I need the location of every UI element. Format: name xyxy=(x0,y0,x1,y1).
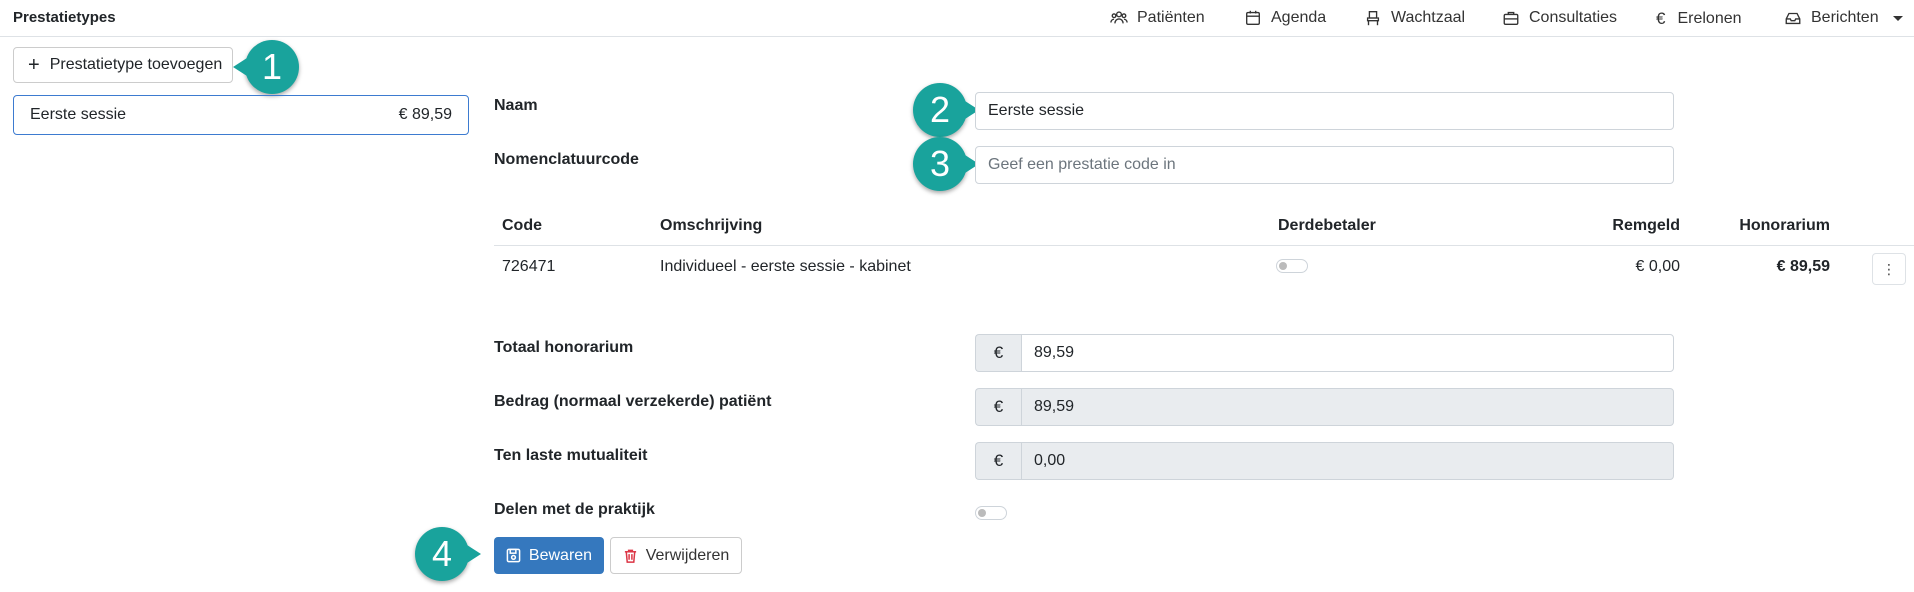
nomenclatuurcode-label: Nomenclatuurcode xyxy=(494,151,639,168)
bedrag-patient-field: € 89,59 xyxy=(975,388,1674,426)
euro-icon: € xyxy=(975,388,1021,426)
plus-icon: + xyxy=(28,54,40,76)
delete-button-label: Verwijderen xyxy=(645,546,730,564)
nomenclatuurcode-input[interactable]: Geef een prestatie code in xyxy=(975,146,1674,184)
calendar-icon xyxy=(1246,10,1260,25)
derdebetaler-toggle[interactable] xyxy=(1276,259,1308,273)
nav-label: Erelonen xyxy=(1677,10,1742,27)
chevron-down-icon xyxy=(1892,15,1903,21)
naam-label: Naam xyxy=(494,97,538,114)
save-icon xyxy=(506,548,521,563)
prestatietype-list-item[interactable]: Eerste sessie € 89,59 xyxy=(13,95,469,135)
euro-icon: € xyxy=(975,442,1021,480)
euro-icon: € xyxy=(975,334,1021,372)
totaal-honorarium-label: Totaal honorarium xyxy=(494,339,634,356)
column-header-code: Code xyxy=(502,217,542,234)
list-item-name: Eerste sessie xyxy=(30,106,127,123)
nav-label: Patiënten xyxy=(1137,9,1205,26)
list-item-price: € 89,59 xyxy=(398,106,452,123)
totaal-honorarium-input[interactable]: 89,59 xyxy=(1021,334,1674,372)
column-header-omschrijving: Omschrijving xyxy=(660,217,763,234)
nav-patienten[interactable]: Patiënten xyxy=(1110,9,1205,27)
nav-label: Wachtzaal xyxy=(1391,9,1466,26)
inbox-icon xyxy=(1785,12,1801,25)
ten-laste-mutualiteit-label: Ten laste mutualiteit xyxy=(494,447,648,464)
nav-agenda[interactable]: Agenda xyxy=(1244,9,1326,27)
chair-icon xyxy=(1366,11,1380,26)
delete-button[interactable]: Verwijderen xyxy=(610,537,742,574)
nav-erelonen[interactable]: € Erelonen xyxy=(1656,9,1742,29)
row-honorarium: € 89,59 xyxy=(1776,258,1830,275)
column-header-honorarium: Honorarium xyxy=(1739,217,1830,234)
row-actions-menu-button[interactable]: ⋮ xyxy=(1872,253,1906,285)
annotation-badge-2: 2 xyxy=(913,83,967,137)
page-title: Prestatietypes xyxy=(13,9,116,26)
table-divider xyxy=(494,245,1914,246)
ten-laste-mutualiteit-field: € 0,00 xyxy=(975,442,1674,480)
ten-laste-mutualiteit-value: 0,00 xyxy=(1021,442,1674,480)
trash-icon xyxy=(624,549,636,563)
naam-input[interactable]: Eerste sessie xyxy=(975,92,1674,130)
bedrag-patient-label: Bedrag (normaal verzekerde) patiënt xyxy=(494,393,772,410)
nav-berichten[interactable]: Berichten xyxy=(1784,9,1903,27)
euro-icon: € xyxy=(1656,9,1666,28)
nav-label: Agenda xyxy=(1271,9,1327,26)
users-icon xyxy=(1110,11,1128,24)
bedrag-patient-value: 89,59 xyxy=(1021,388,1674,426)
top-navbar: Prestatietypes Patiënten Agenda Wachtzaa… xyxy=(0,0,1914,37)
column-header-remgeld: Remgeld xyxy=(1612,217,1680,234)
add-button-label: Prestatietype toevoegen xyxy=(49,56,223,73)
nav-label: Berichten xyxy=(1811,9,1879,26)
add-prestatietype-button[interactable]: + Prestatietype toevoegen xyxy=(13,47,233,83)
save-button-label: Bewaren xyxy=(528,546,593,564)
save-button[interactable]: Bewaren xyxy=(494,537,604,574)
delen-met-praktijk-toggle[interactable] xyxy=(975,506,1007,520)
nav-wachtzaal[interactable]: Wachtzaal xyxy=(1364,9,1465,27)
totaal-honorarium-field[interactable]: € 89,59 xyxy=(975,334,1674,372)
row-remgeld: € 0,00 xyxy=(1635,258,1680,275)
annotation-badge-3: 3 xyxy=(913,137,967,191)
nav-consultaties[interactable]: Consultaties xyxy=(1502,9,1617,27)
briefcase-icon xyxy=(1503,11,1519,25)
row-code: 726471 xyxy=(502,258,556,275)
annotation-badge-4: 4 xyxy=(415,527,469,581)
annotation-badge-1: 1 xyxy=(245,40,299,94)
kebab-icon: ⋮ xyxy=(1882,260,1896,277)
nav-label: Consultaties xyxy=(1529,9,1618,26)
delen-met-praktijk-label: Delen met de praktijk xyxy=(494,501,655,518)
column-header-derdebetaler: Derdebetaler xyxy=(1278,217,1376,234)
row-omschrijving: Individueel - eerste sessie - kabinet xyxy=(660,258,911,275)
